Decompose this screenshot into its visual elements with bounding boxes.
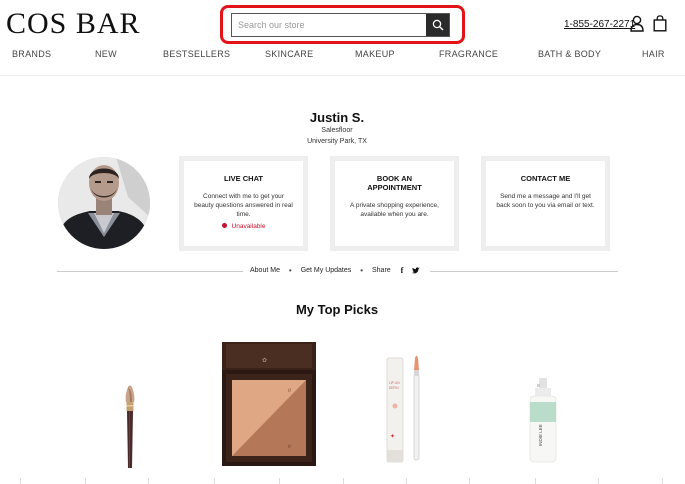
book-appointment-description: A private shopping experience, available… (350, 202, 439, 218)
status-dot-icon (221, 222, 227, 228)
associate-avatar (58, 157, 150, 249)
nav-brands[interactable]: BRANDS (12, 49, 51, 59)
live-chat-title: LIVE CHAT (223, 174, 264, 183)
status-text: Unavailable (231, 223, 266, 230)
main-nav: BRANDS NEW BESTSELLERS SKINCARE MAKEUP F… (0, 49, 685, 63)
bronzer-compact-icon: e e ✿ (222, 342, 316, 466)
twitter-icon[interactable] (411, 266, 420, 275)
svg-text:e: e (288, 386, 291, 394)
product-spray-bottle[interactable]: INDIE LEE (528, 376, 558, 469)
live-chat-description: Connect with me to get your beauty quest… (194, 193, 293, 218)
svg-text:INDIE LEE: INDIE LEE (538, 424, 543, 446)
nav-hair[interactable]: HAIR (642, 49, 665, 59)
associate-role: Salesfloor (321, 127, 353, 134)
svg-text:e: e (288, 442, 291, 450)
top-picks-title: My Top Picks (295, 302, 379, 317)
product-bronzer-compact[interactable]: e e ✿ (222, 342, 316, 471)
share-label: Share (371, 267, 391, 275)
separator-dot: • (360, 266, 364, 276)
makeup-brush-icon (125, 385, 135, 468)
lip-kit-icon: LIP LIN DEFIN ✦ (386, 355, 420, 463)
search-input[interactable] (232, 14, 426, 36)
svg-text:LIP LIN: LIP LIN (389, 381, 400, 385)
about-me-link[interactable]: About Me (250, 267, 280, 274)
contact-me-description: Send me a message and I'll get back soon… (496, 193, 595, 209)
associate-name: Justin S. (309, 110, 365, 125)
product-lip-kit[interactable]: LIP LIN DEFIN ✦ (384, 354, 428, 469)
nav-divider (0, 75, 685, 76)
svg-text:✿: ✿ (262, 357, 267, 364)
search-icon (432, 19, 443, 31)
nav-skincare[interactable]: SKINCARE (265, 49, 313, 59)
search-button[interactable] (426, 14, 449, 36)
book-appointment-card[interactable]: BOOK AN APPOINTMENT A private shopping e… (330, 156, 459, 251)
live-chat-status: Unavailable (184, 222, 303, 230)
search-form (231, 13, 450, 37)
account-button[interactable] (630, 15, 644, 37)
book-appointment-title: BOOK AN APPOINTMENT (367, 174, 422, 192)
product-makeup-brush[interactable] (120, 384, 142, 475)
separator-dot: • (288, 266, 292, 276)
user-icon (630, 15, 644, 32)
get-updates-link[interactable]: Get My Updates (301, 267, 352, 274)
nav-makeup[interactable]: MAKEUP (355, 49, 395, 59)
svg-text:DEFIN: DEFIN (389, 386, 399, 390)
nav-bestsellers[interactable]: BESTSELLERS (163, 49, 230, 59)
divider-line-right (430, 271, 618, 272)
shopping-bag-icon (653, 15, 667, 32)
nav-bath-body[interactable]: BATH & BODY (538, 49, 601, 59)
svg-text:✦: ✦ (390, 433, 395, 440)
profile-links: About Me • Get My Updates • Share f (250, 266, 420, 276)
contact-me-title: CONTACT ME (520, 174, 571, 183)
associate-location: University Park, TX (307, 138, 367, 145)
spray-bottle-icon: INDIE LEE (529, 378, 557, 463)
nav-fragrance[interactable]: FRAGRANCE (439, 49, 498, 59)
divider-line-left (57, 271, 243, 272)
cart-button[interactable] (653, 15, 667, 37)
site-logo[interactable]: COS BAR (6, 9, 141, 39)
facebook-icon[interactable]: f (401, 266, 404, 275)
contact-me-card[interactable]: CONTACT ME Send me a message and I'll ge… (481, 156, 610, 251)
nav-new[interactable]: NEW (95, 49, 117, 59)
phone-link[interactable]: 1-855-267-2271 (564, 19, 635, 30)
live-chat-card[interactable]: LIVE CHAT Connect with me to get your be… (179, 156, 308, 251)
product-grid-separators (0, 478, 685, 484)
